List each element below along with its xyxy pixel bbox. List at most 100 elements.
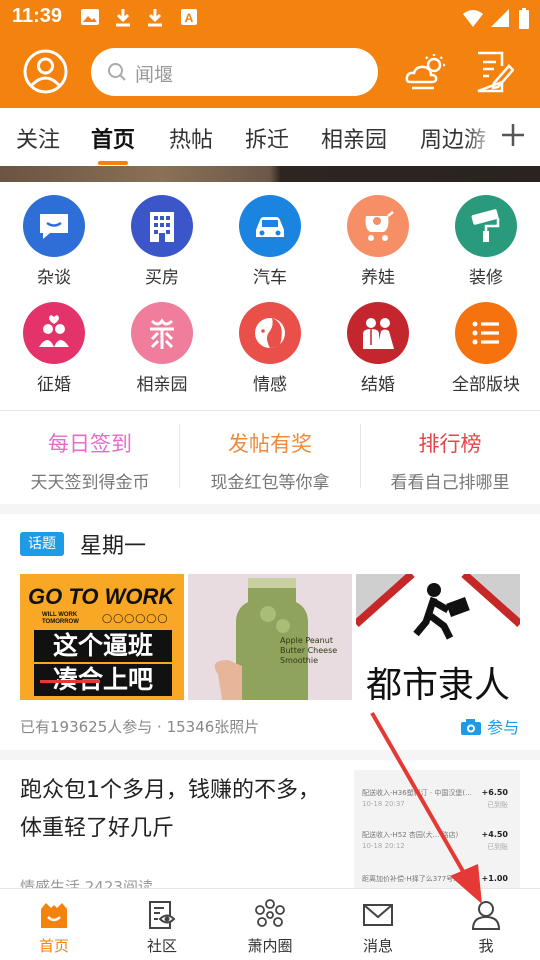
list-icon [455,302,517,364]
nav-label: 消息 [362,937,393,955]
topic-title[interactable]: 星期一 [80,528,146,560]
face-icon [239,302,301,364]
nav-circle[interactable]: 萧内圈 [216,889,324,960]
marriage-icon [131,302,193,364]
app-header: 闻堰 [0,36,540,108]
daily-checkin[interactable]: 每日签到 天天签到得金币 [0,424,180,494]
tab-home[interactable]: 首页 [91,122,135,154]
promo-title: 排行榜 [418,432,482,456]
category-label: 征婚 [37,375,71,395]
community-icon [149,901,176,929]
promo-title: 发帖有奖 [228,432,312,456]
nav-community[interactable]: 社区 [108,889,216,960]
weather-icon [405,54,445,90]
join-topic-button[interactable]: 参与 [460,714,519,738]
category-label: 杂谈 [37,268,71,288]
article-title[interactable]: 跑众包1个多月，钱赚的不多，体重轻了好几斤 [20,772,320,848]
category-car[interactable]: 汽车 [216,195,324,299]
topic-image[interactable]: GO TO WORK WILL WORK TOMORROW ◯◯◯◯◯◯ 这个逼… [20,574,184,700]
promo-subtitle: 天天签到得金币 [30,473,150,493]
section-gap [0,504,540,514]
download-icon [116,9,130,27]
image-caption: 都市隶人 [365,665,510,700]
car-icon [239,195,301,257]
category-chat[interactable]: 杂谈 [0,195,108,299]
topic-stats: 已有193625人参与 · 15346张照片 [20,718,260,736]
active-tab-indicator [98,161,128,165]
paint-roller-icon [455,195,517,257]
topic-tag: 话题 [20,532,64,556]
user-icon [23,49,68,94]
category-matchmaking[interactable]: 相亲园 [108,302,216,406]
bottle-label: Apple Peanut Butter Cheese Smoothie [280,636,338,665]
download-icon [148,9,162,27]
image-text-line: 这个逼班 [34,630,172,662]
category-emotion[interactable]: 情感 [216,302,324,406]
category-label: 买房 [145,268,179,288]
circle-icon [255,899,285,927]
category-label: 养娃 [361,268,395,288]
signal-icon [491,9,509,27]
nav-label: 我 [478,937,494,955]
category-wedding[interactable]: 结婚 [324,302,432,406]
tab-matchmaking[interactable]: 相亲园 [321,122,387,154]
svg-text:A: A [185,11,194,25]
post-edit-button[interactable] [474,50,515,94]
home-icon [41,903,67,928]
camera-icon [461,719,481,735]
status-bar: 11:39 A [0,0,540,36]
add-channel-button[interactable] [500,120,526,150]
leaderboard[interactable]: 排行榜 看看自己排哪里 [360,424,540,494]
article-thumbnail[interactable]: 配送收入-H36塑料汀 · 中国汉堡(... 10-18 20:37 +6.50… [354,770,520,890]
promo-subtitle: 现金红包等你拿 [210,473,330,493]
section-gap [0,750,540,760]
banner-image[interactable] [0,166,540,182]
chat-icon [23,195,85,257]
category-label: 汽车 [253,268,287,288]
category-label: 全部版块 [452,375,520,395]
status-time: 11:39 [12,5,63,27]
couple-icon [23,302,85,364]
category-parenting[interactable]: 养娃 [324,195,432,299]
nav-label: 萧内圈 [247,937,293,955]
category-decoration[interactable]: 装修 [432,195,540,299]
tab-demolition[interactable]: 拆迁 [245,122,289,154]
mail-icon [363,904,393,926]
weather-button[interactable] [404,52,448,92]
search-icon [108,63,126,81]
nav-label: 首页 [38,937,69,955]
promo-subtitle: 看看自己排哪里 [390,473,510,493]
nav-me[interactable]: 我 [432,889,540,960]
search-input[interactable]: 闻堰 [91,48,378,96]
search-placeholder: 闻堰 [135,64,174,86]
wedding-icon [347,302,409,364]
category-dating[interactable]: 征婚 [0,302,108,406]
building-icon [131,195,193,257]
topic-image[interactable]: Apple Peanut Butter Cheese Smoothie [188,574,352,700]
bottom-navigation: 首页 社区 萧内圈 消息 我 [0,888,540,960]
stroller-icon [347,195,409,257]
image-notification-icon [81,9,99,25]
topic-image[interactable]: 都市隶人 [356,574,520,700]
tab-follow[interactable]: 关注 [16,122,60,154]
category-house[interactable]: 买房 [108,195,216,299]
category-label: 结婚 [361,375,395,395]
nav-messages[interactable]: 消息 [324,889,432,960]
edit-icon [477,51,515,93]
nav-label: 社区 [146,937,177,955]
nav-home[interactable]: 首页 [0,889,108,960]
category-label: 情感 [253,375,287,395]
category-label: 装修 [469,268,503,288]
image-subheading: WILL WORK TOMORROW [42,612,79,625]
post-reward[interactable]: 发帖有奖 现金红包等你拿 [180,424,360,494]
category-all-boards[interactable]: 全部版块 [432,302,540,406]
channel-tabs: 关注 首页 热帖 拆迁 相亲园 周边游 [0,108,540,166]
tab-hot[interactable]: 热帖 [169,122,213,154]
section-divider [0,410,540,411]
profile-icon [471,901,501,930]
avatar-button[interactable] [23,49,68,94]
battery-icon [519,8,529,29]
join-label: 参与 [487,718,520,737]
app-notification-icon: A [181,9,197,25]
tab-fade [466,108,496,166]
